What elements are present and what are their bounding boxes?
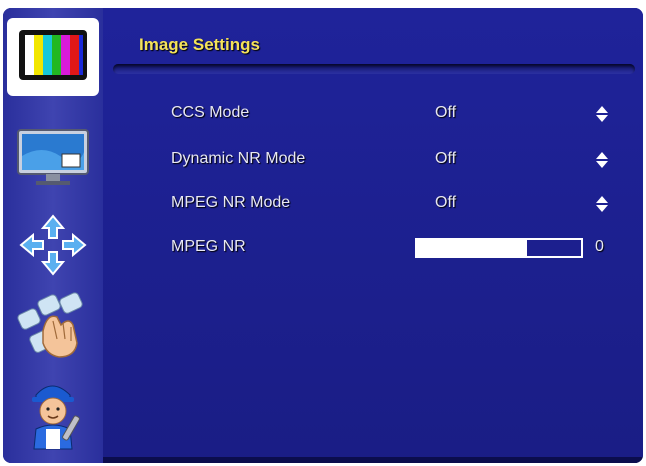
slider-value: 0 bbox=[595, 238, 604, 255]
sidebar-item-image[interactable] bbox=[7, 18, 99, 96]
menu-item-ccs-mode[interactable]: CCS Mode Off bbox=[103, 100, 643, 128]
title-divider bbox=[113, 64, 635, 74]
sidebar-item-position[interactable] bbox=[7, 206, 99, 284]
page-title: Image Settings bbox=[139, 35, 260, 54]
menu-item-mpeg-nr[interactable]: MPEG NR 0 bbox=[103, 234, 643, 262]
menu-item-value: Off bbox=[435, 194, 457, 211]
menu-item-label: MPEG NR Mode bbox=[171, 194, 291, 211]
slider-fill bbox=[417, 240, 527, 256]
monitor-icon bbox=[17, 129, 89, 185]
sidebar bbox=[3, 8, 103, 463]
mpeg-nr-slider[interactable] bbox=[415, 238, 583, 258]
sidebar-item-service[interactable] bbox=[7, 374, 99, 452]
arrows-icon bbox=[19, 214, 87, 276]
menu-item-label: CCS Mode bbox=[171, 104, 250, 121]
menu-item-mpeg-nr-mode[interactable]: MPEG NR Mode Off bbox=[103, 190, 643, 218]
up-down-arrow-icon[interactable] bbox=[595, 105, 609, 123]
bottom-bar bbox=[103, 457, 643, 463]
menu-item-label: Dynamic NR Mode bbox=[171, 150, 306, 167]
sidebar-item-display[interactable] bbox=[7, 118, 99, 196]
up-down-arrow-icon[interactable] bbox=[595, 151, 609, 169]
technician-icon bbox=[32, 385, 80, 450]
main-panel: Image Settings CCS Mode Off Dynamic NR M… bbox=[103, 8, 643, 463]
sidebar-item-control[interactable] bbox=[7, 288, 99, 366]
menu-item-label: MPEG NR bbox=[171, 238, 246, 255]
hand-icon bbox=[17, 292, 83, 358]
osd-menu: Image Settings CCS Mode Off Dynamic NR M… bbox=[3, 8, 643, 463]
up-down-arrow-icon[interactable] bbox=[595, 195, 609, 213]
menu-item-value: Off bbox=[435, 150, 457, 167]
color-bars-tv-icon bbox=[19, 30, 87, 80]
menu-item-value: Off bbox=[435, 104, 457, 121]
menu-item-dynamic-nr-mode[interactable]: Dynamic NR Mode Off bbox=[103, 146, 643, 174]
